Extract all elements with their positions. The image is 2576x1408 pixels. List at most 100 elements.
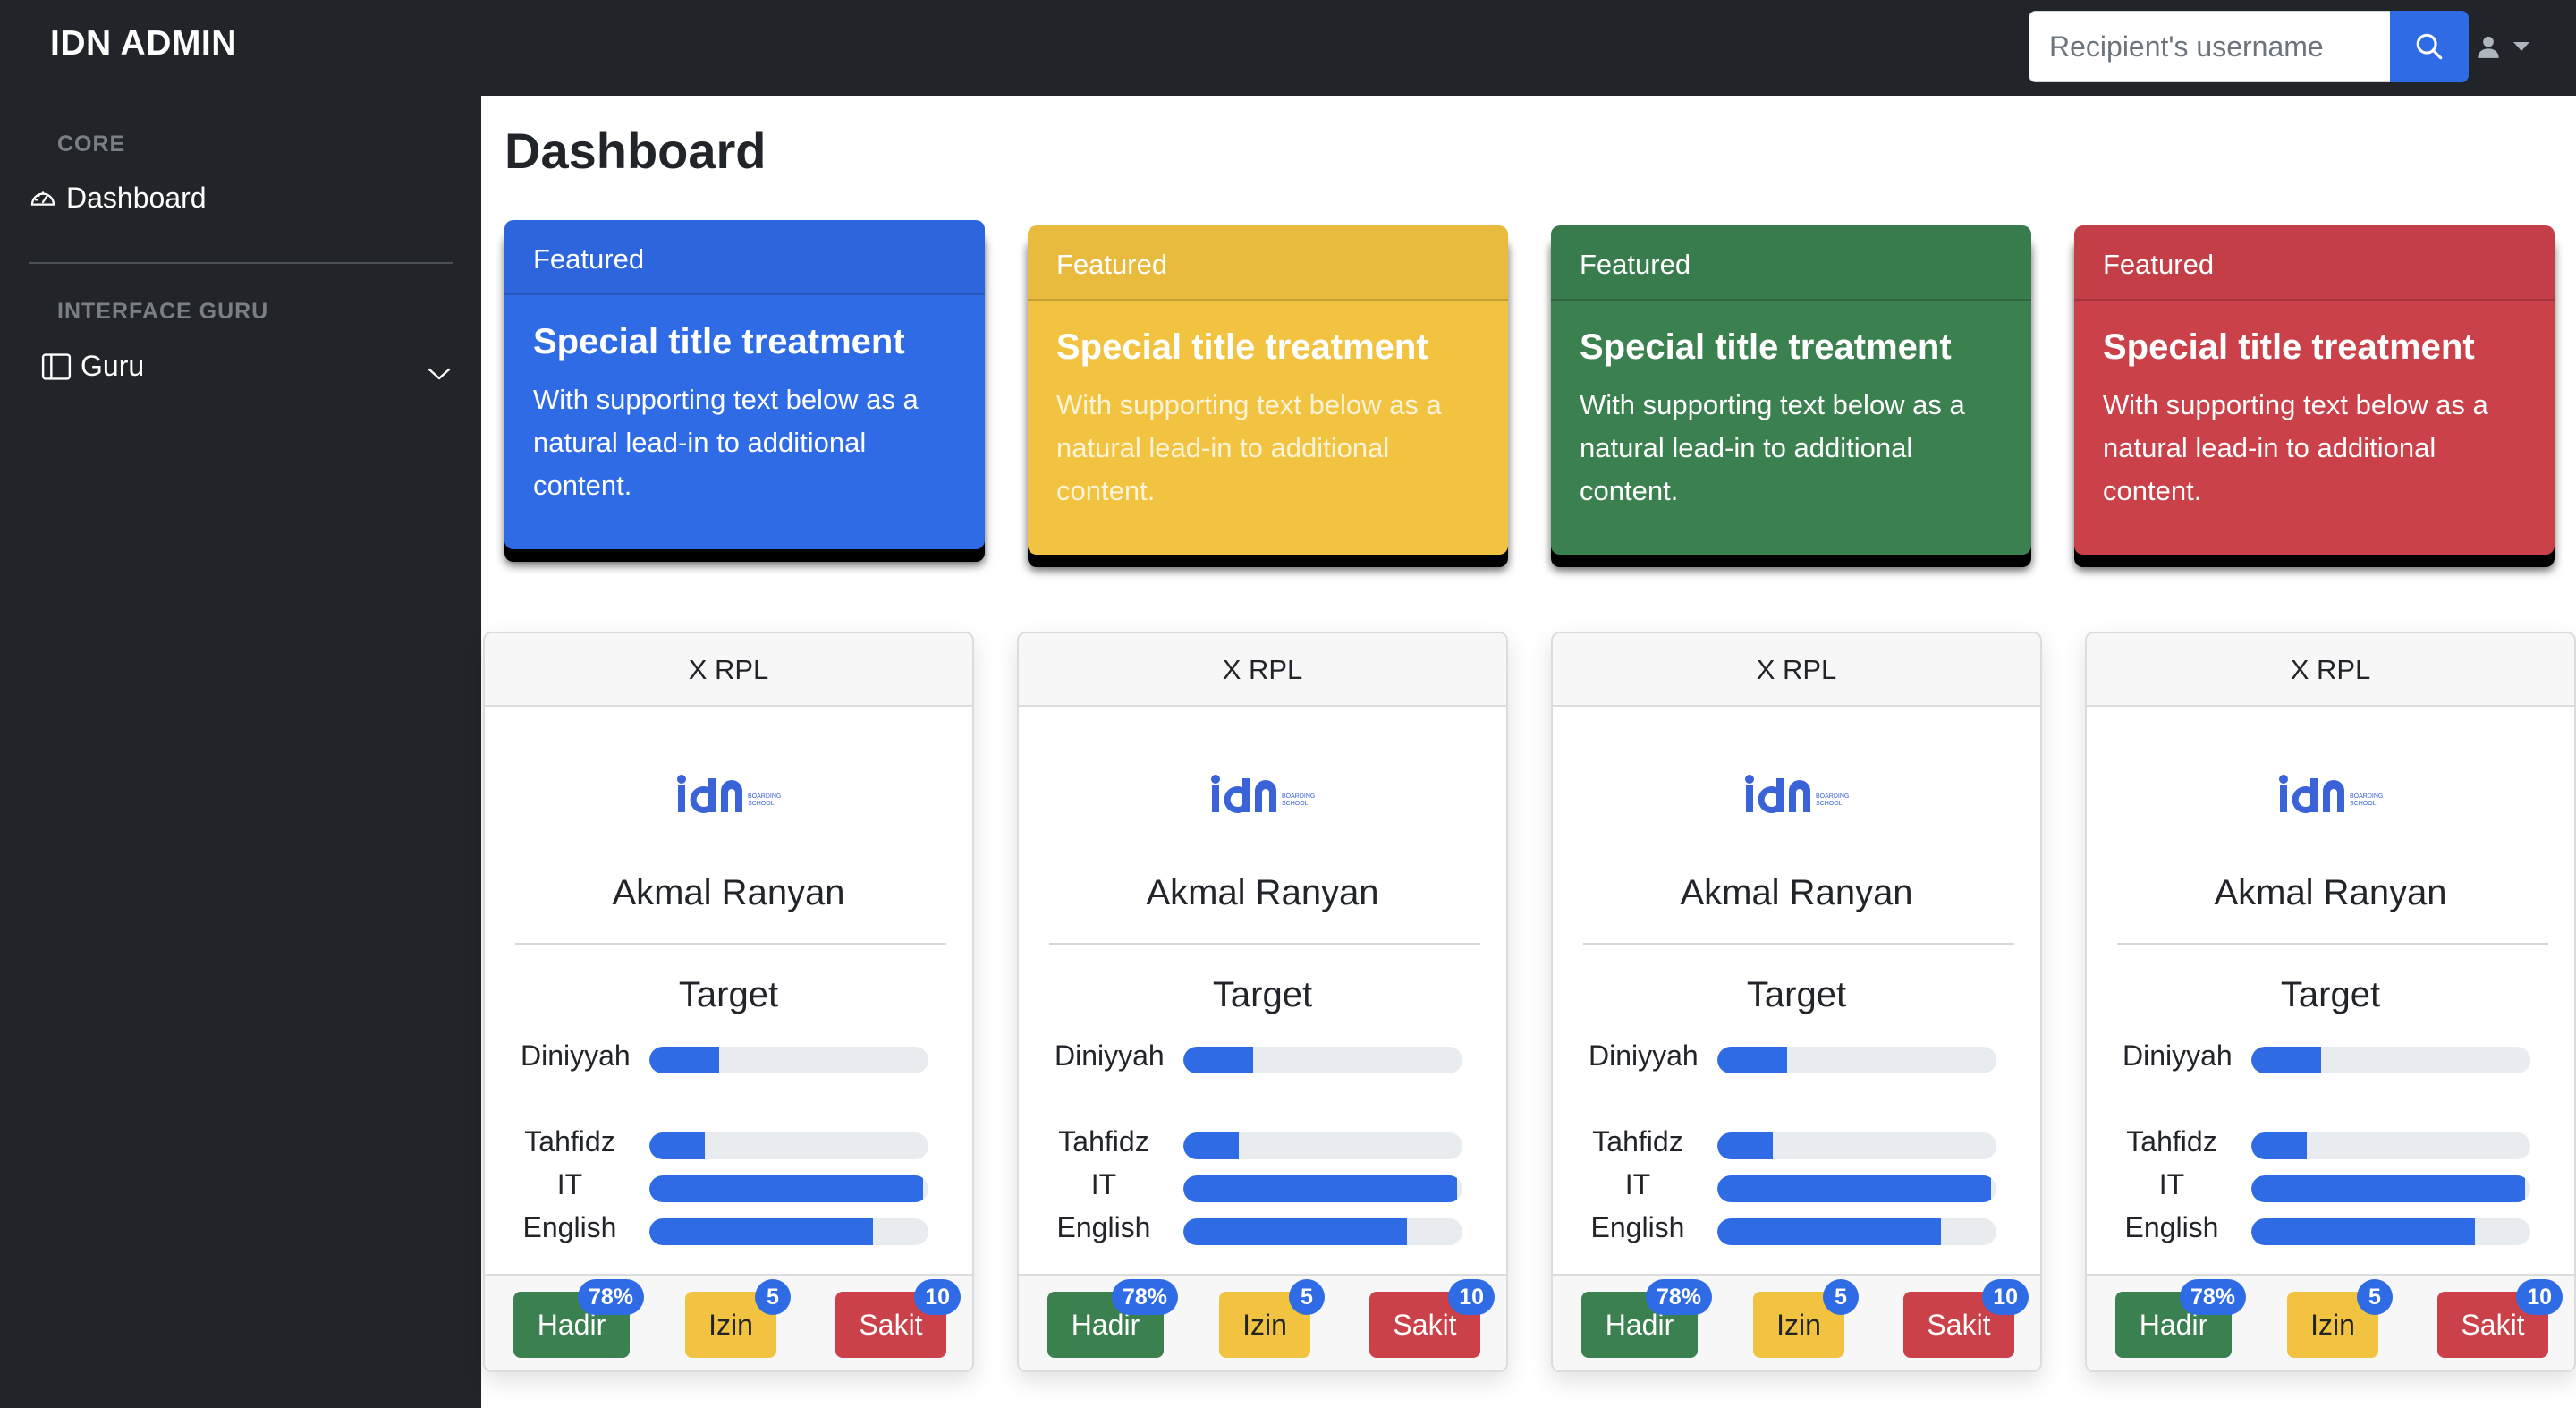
izin-badge: 5 xyxy=(1823,1279,1859,1315)
sakit-label: Sakit xyxy=(2461,1309,2525,1341)
idn-logo: BOARDING SCHOOL xyxy=(1211,775,1315,813)
sakit-button[interactable]: Sakit 10 xyxy=(1903,1279,2029,1358)
user-dropdown[interactable] xyxy=(2476,29,2529,64)
progress-bar xyxy=(649,1175,928,1202)
izin-button[interactable]: Izin 5 xyxy=(1219,1279,1325,1358)
hadir-button[interactable]: Hadir 78% xyxy=(1581,1279,1712,1358)
progress-label: IT xyxy=(1090,1168,1117,1200)
featured-card-title: Special title treatment xyxy=(1056,327,1428,367)
progress-label: IT xyxy=(2158,1168,2185,1200)
student-card: X RPL BOARDING SCHOOL Akmal Ranyan Targe… xyxy=(2085,632,2576,1372)
student-name: Akmal Ranyan xyxy=(1146,873,1379,912)
progress-label: Diniyyah xyxy=(1055,1039,1165,1072)
student-card-class: X RPL xyxy=(485,633,972,707)
student-card: X RPL BOARDING SCHOOL Akmal Ranyan Targe… xyxy=(1551,632,2042,1372)
izin-button[interactable]: Izin 5 xyxy=(685,1279,791,1358)
divider xyxy=(2117,943,2548,945)
sakit-label: Sakit xyxy=(1393,1309,1457,1341)
progress-bar xyxy=(1717,1218,1996,1245)
sidebar-item-label: Guru xyxy=(80,350,145,382)
idn-logo: BOARDING SCHOOL xyxy=(677,775,781,813)
attendance-footer: Hadir 78% Izin 5 Sakit 10 xyxy=(485,1274,972,1370)
student-card: X RPL BOARDING SCHOOL Akmal Ranyan Targe… xyxy=(1017,632,1508,1372)
student-card-class: X RPL xyxy=(1019,633,1506,707)
brand-title[interactable]: IDN ADMIN xyxy=(50,24,237,64)
progress-fill xyxy=(649,1047,719,1073)
svg-text:BOARDING: BOARDING xyxy=(748,793,781,800)
featured-card-header: Featured xyxy=(2074,225,2555,301)
student-name: Akmal Ranyan xyxy=(2214,873,2447,912)
hadir-button[interactable]: Hadir 78% xyxy=(513,1279,644,1358)
search-button[interactable] xyxy=(2390,11,2469,82)
izin-label: Izin xyxy=(2310,1309,2355,1341)
featured-card-header: Featured xyxy=(1551,225,2031,301)
featured-card[interactable]: Featured Special title treatment With su… xyxy=(1551,225,2031,555)
divider xyxy=(515,943,946,945)
featured-card-text: With supporting text below as a natural … xyxy=(533,384,919,501)
student-name: Akmal Ranyan xyxy=(612,873,845,912)
featured-card[interactable]: Featured Special title treatment With su… xyxy=(504,220,985,549)
progress-bar xyxy=(1183,1175,1462,1202)
chevron-down-icon xyxy=(2513,42,2529,51)
izin-badge: 5 xyxy=(2357,1279,2393,1315)
progress-label: English xyxy=(1056,1211,1151,1243)
hadir-badge: 78% xyxy=(2179,1279,2246,1315)
hadir-button[interactable]: Hadir 78% xyxy=(2115,1279,2246,1358)
progress-fill xyxy=(1717,1175,1991,1202)
target-heading: Target xyxy=(678,975,779,1014)
progress-label: Tahfidz xyxy=(1058,1125,1149,1158)
progress-fill xyxy=(1183,1218,1407,1245)
sidebar-item-guru[interactable]: Guru xyxy=(41,350,453,383)
progress-bar xyxy=(2251,1175,2530,1202)
progress-fill xyxy=(1183,1175,1457,1202)
attendance-footer: Hadir 78% Izin 5 Sakit 10 xyxy=(1019,1274,1506,1370)
svg-text:BOARDING: BOARDING xyxy=(2350,793,2383,800)
columns-icon xyxy=(41,352,72,381)
progress-fill xyxy=(649,1132,706,1159)
progress-bar xyxy=(649,1132,928,1159)
svg-text:SCHOOL: SCHOOL xyxy=(2350,801,2377,807)
search-input[interactable] xyxy=(2029,11,2390,82)
hadir-badge: 78% xyxy=(577,1279,644,1315)
svg-text:SCHOOL: SCHOOL xyxy=(748,801,775,807)
target-heading: Target xyxy=(2280,975,2381,1014)
svg-text:SCHOOL: SCHOOL xyxy=(1282,801,1309,807)
featured-card-title: Special title treatment xyxy=(533,322,905,361)
idn-logo: BOARDING SCHOOL xyxy=(2279,775,2383,813)
progress-bar xyxy=(1183,1132,1462,1159)
progress-label: IT xyxy=(1624,1168,1651,1200)
progress-fill xyxy=(1717,1132,1774,1159)
progress-fill xyxy=(1717,1218,1941,1245)
progress-label: Tahfidz xyxy=(524,1125,615,1158)
progress-label: English xyxy=(2124,1211,2219,1243)
target-heading: Target xyxy=(1212,975,1313,1014)
sakit-badge: 10 xyxy=(914,1279,961,1315)
search-form xyxy=(2029,11,2469,82)
sakit-button[interactable]: Sakit 10 xyxy=(835,1279,961,1358)
hadir-button[interactable]: Hadir 78% xyxy=(1047,1279,1178,1358)
progress-bar xyxy=(649,1047,928,1073)
sidebar-item-dashboard[interactable]: Dashboard xyxy=(29,182,207,215)
student-card: X RPL BOARDING SCHOOL Akmal Ranyan Targe… xyxy=(483,632,974,1372)
progress-bar xyxy=(2251,1218,2530,1245)
sakit-button[interactable]: Sakit 10 xyxy=(2437,1279,2563,1358)
student-name: Akmal Ranyan xyxy=(1680,873,1913,912)
attendance-footer: Hadir 78% Izin 5 Sakit 10 xyxy=(1553,1274,2040,1370)
progress-label: Diniyyah xyxy=(2123,1039,2233,1072)
idn-logo: BOARDING SCHOOL xyxy=(1745,775,1849,813)
progress-fill xyxy=(649,1218,873,1245)
progress-fill xyxy=(1183,1132,1240,1159)
featured-card[interactable]: Featured Special title treatment With su… xyxy=(1028,225,1508,555)
progress-label: English xyxy=(1590,1211,1685,1243)
progress-bar xyxy=(2251,1132,2530,1159)
featured-card[interactable]: Featured Special title treatment With su… xyxy=(2074,225,2555,555)
svg-text:BOARDING: BOARDING xyxy=(1816,793,1849,800)
izin-button[interactable]: Izin 5 xyxy=(1753,1279,1859,1358)
target-heading: Target xyxy=(1746,975,1847,1014)
sakit-button[interactable]: Sakit 10 xyxy=(1369,1279,1495,1358)
featured-card-text: With supporting text below as a natural … xyxy=(1580,389,1965,506)
attendance-footer: Hadir 78% Izin 5 Sakit 10 xyxy=(2087,1274,2574,1370)
chevron-down-icon xyxy=(426,357,453,390)
progress-bar xyxy=(1717,1047,1996,1073)
izin-button[interactable]: Izin 5 xyxy=(2287,1279,2393,1358)
